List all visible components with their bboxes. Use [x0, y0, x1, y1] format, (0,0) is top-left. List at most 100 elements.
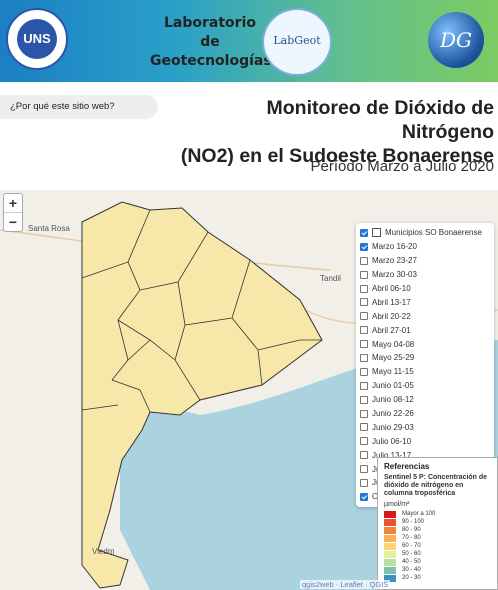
layer-label: Marzo 30-03 [372, 270, 417, 280]
labgeot-logo: LabGeot [262, 8, 332, 76]
legend-label: 50 - 60 [402, 551, 421, 557]
layer-item[interactable]: Junio 01-05 [360, 379, 490, 393]
legend-swatch [384, 510, 396, 518]
layer-item[interactable]: Junio 29-03 [360, 420, 490, 434]
layer-label: Abril 06-10 [372, 284, 411, 293]
layer-item[interactable]: Mayo 04-08 [360, 337, 490, 351]
layer-checkbox[interactable] [360, 298, 368, 307]
layer-checkbox[interactable] [360, 242, 368, 251]
legend-row: 90 - 100 [384, 518, 491, 526]
layer-item[interactable]: Marzo 16-20 [360, 240, 490, 254]
layer-label: Abril 20-22 [372, 311, 411, 321]
legend-row: 70 - 80 [384, 534, 491, 542]
legend-label: 90 - 100 [402, 519, 425, 525]
page-title-line1: Monitoreo de Dióxido de Nitrógeno [266, 97, 495, 143]
layer-label: Municipios SO Bonaerense [385, 228, 482, 238]
legend-unit: µmol/m² [384, 501, 410, 508]
layer-item[interactable]: Mayo 25-29 [360, 351, 490, 365]
lab-title-line3: Geotecnologías [150, 53, 272, 69]
layer-checkbox[interactable] [360, 492, 368, 501]
layer-item[interactable]: Mayo 11-15 [360, 365, 490, 379]
layer-checkbox[interactable] [360, 353, 368, 362]
layer-checkbox[interactable] [360, 465, 368, 474]
dg-logo-text: DG [439, 28, 472, 52]
layer-checkbox[interactable] [360, 478, 368, 487]
labgeot-logo-text: LabGeot [273, 34, 321, 47]
legend-heading: Referencias [384, 462, 430, 471]
place-santa-rosa: Santa Rosa [28, 224, 70, 233]
layer-label: Junio 01-05 [372, 381, 414, 391]
legend-label: 40 - 50 [402, 559, 421, 565]
legend-label: 60 - 70 [402, 543, 421, 549]
legend-swatch [384, 542, 396, 550]
map-attribution[interactable]: qgis2web · Leaflet · QGIS [300, 580, 391, 589]
layer-item[interactable]: Julio 06-10 [360, 434, 490, 448]
legend-swatch [384, 526, 396, 534]
legend-items: Mayor a 100 90 - 100 80 - 90 70 - 80 60 - 70… [384, 510, 491, 582]
legend-swatch [384, 518, 396, 526]
legend-row: 20 - 30 [384, 574, 491, 582]
layer-item[interactable]: Abril 06-10 [360, 282, 490, 296]
layer-item[interactable]: Marzo 23-27 [360, 254, 490, 268]
layer-checkbox[interactable] [360, 451, 368, 460]
layer-checkbox[interactable] [360, 367, 368, 376]
legend-label: 30 - 40 [402, 567, 421, 573]
layer-label: Marzo 16-20 [372, 242, 417, 252]
layer-label: Mayo 11-15 [372, 367, 414, 377]
layer-item[interactable]: Junio 22-26 [360, 407, 490, 421]
layer-item[interactable]: Abril 20-22 [360, 309, 490, 323]
layer-label: Abril 13-17 [372, 297, 411, 307]
layer-label: Junio 08-12 [372, 395, 414, 405]
layer-item[interactable]: Abril 27-01 [360, 323, 490, 337]
layer-item[interactable]: Abril 13-17 [360, 295, 490, 309]
legend-swatch [384, 534, 396, 542]
legend-row: 60 - 70 [384, 542, 491, 550]
why-site-button[interactable]: ¿Por qué este sitio web? [0, 95, 158, 119]
period-subtitle: Período Marzo a Julio 2020 [310, 158, 494, 175]
lab-title: Laboratorio de Geotecnologías [150, 14, 272, 71]
legend-label: Mayor a 100 [402, 511, 436, 517]
layer-item[interactable]: Junio 08-12 [360, 393, 490, 407]
zoom-in-button[interactable]: + [4, 194, 22, 212]
legend-label: 80 - 90 [402, 527, 421, 533]
layer-checkbox[interactable] [360, 395, 368, 404]
layer-checkbox[interactable] [360, 270, 368, 279]
layer-checkbox[interactable] [360, 256, 368, 265]
layer-label: Abril 27-01 [372, 325, 411, 335]
layer-item[interactable]: Marzo 30-03 [360, 268, 490, 282]
layer-checkbox[interactable] [360, 423, 368, 432]
legend-subtitle: Sentinel 5 P: Concentración de dióxido d… [384, 474, 488, 497]
layer-checkbox[interactable] [360, 326, 368, 335]
layer-checkbox[interactable] [360, 437, 368, 446]
legend-label: 70 - 80 [402, 535, 421, 541]
layer-label: Marzo 23-27 [372, 256, 417, 266]
zoom-out-button[interactable]: − [4, 212, 22, 231]
layer-checkbox[interactable] [360, 284, 368, 293]
legend-row: 50 - 60 [384, 550, 491, 558]
lab-title-line1: Laboratorio [164, 15, 256, 31]
layer-checkbox[interactable] [360, 409, 368, 418]
dg-logo: DG [428, 12, 484, 68]
legend-row: Mayor a 100 [384, 510, 491, 518]
lab-title-line2: de [200, 34, 220, 50]
uns-logo-text: UNS [17, 19, 57, 59]
legend-panel: Referencias Sentinel 5 P: Concentración … [377, 457, 498, 590]
layer-label: Mayo 04-08 [372, 339, 415, 349]
layer-label: Junio 22-26 [372, 409, 414, 419]
legend-row: 80 - 90 [384, 526, 491, 534]
legend-swatch [384, 558, 396, 566]
legend-swatch [384, 550, 396, 558]
layer-label: Julio 06-10 [372, 436, 412, 446]
zoom-control: + − [3, 193, 23, 232]
layer-checkbox[interactable] [360, 312, 368, 321]
header-banner: UNS Laboratorio de Geotecnologías LabGeo… [0, 0, 498, 82]
layer-checkbox[interactable] [360, 381, 368, 390]
layer-checkbox[interactable] [360, 340, 368, 349]
map-view[interactable]: + − Santa Rosa Tandil Viedm Municipios S… [0, 190, 498, 590]
place-tandil: Tandil [320, 274, 341, 283]
layer-item[interactable]: Municipios SO Bonaerense [360, 226, 490, 240]
legend-row: 40 - 50 [384, 558, 491, 566]
layer-swatch [372, 228, 381, 238]
layer-checkbox[interactable] [360, 228, 368, 237]
layer-label: Mayo 25-29 [372, 353, 415, 363]
